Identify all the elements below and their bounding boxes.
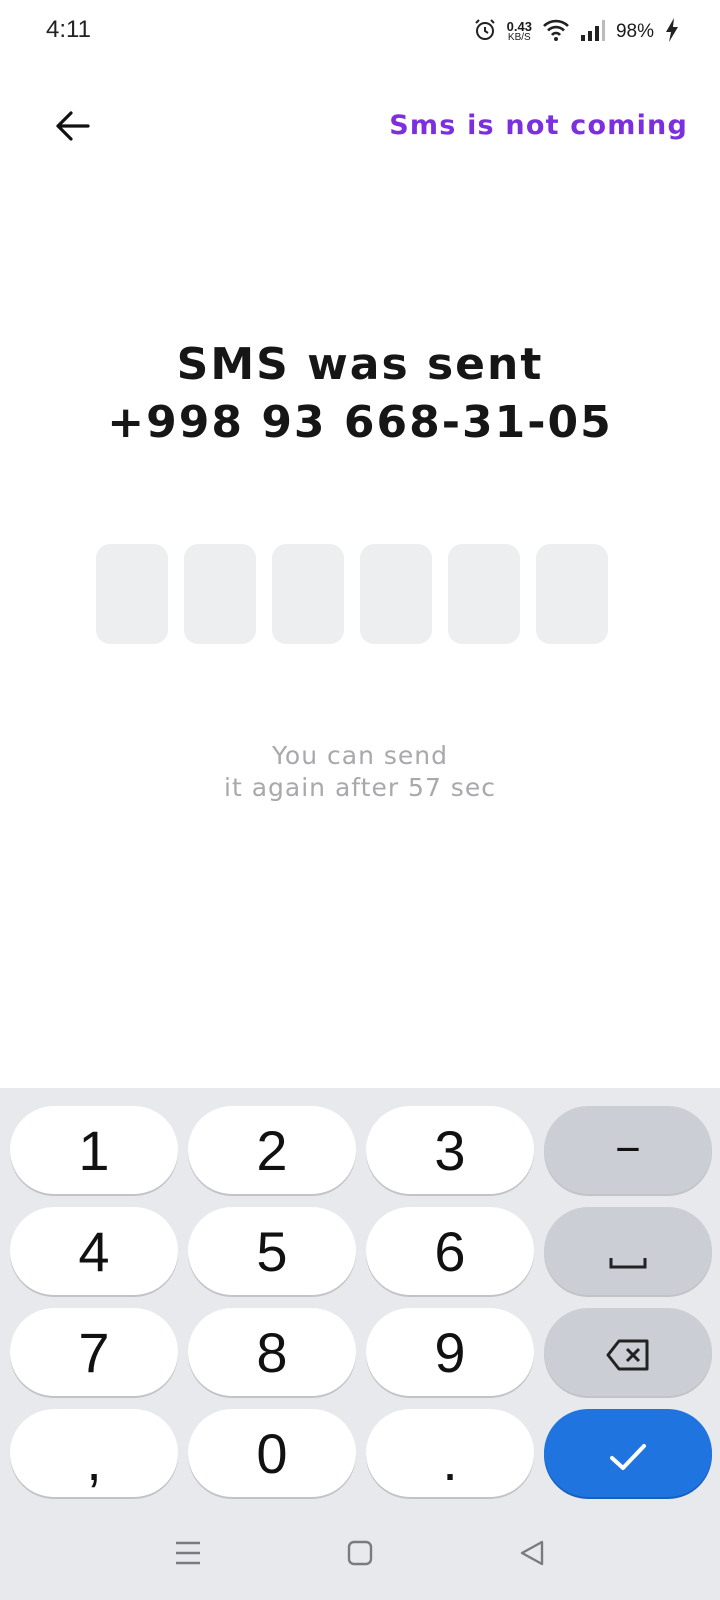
wifi-icon bbox=[542, 18, 570, 46]
key-label: 2 bbox=[256, 1118, 288, 1182]
resend-line-1: You can send bbox=[271, 741, 448, 770]
key-label: 4 bbox=[78, 1219, 110, 1283]
key-7[interactable]: 7 bbox=[10, 1308, 178, 1396]
code-digit-box[interactable] bbox=[536, 544, 608, 644]
key-label: 0 bbox=[256, 1421, 288, 1485]
system-nav-bar bbox=[0, 1510, 720, 1600]
key-label: . bbox=[442, 1428, 458, 1492]
key-9[interactable]: 9 bbox=[366, 1308, 534, 1396]
signal-icon bbox=[580, 18, 606, 46]
key-2[interactable]: 2 bbox=[188, 1106, 356, 1194]
status-icons: 0.43 KB/S 98% bbox=[473, 16, 680, 48]
charging-icon bbox=[664, 17, 680, 47]
home-button[interactable] bbox=[320, 1510, 400, 1600]
resend-line-2: it again after 57 sec bbox=[224, 773, 496, 802]
backspace-icon bbox=[605, 1320, 651, 1385]
back-nav-button[interactable] bbox=[492, 1510, 572, 1600]
key-5[interactable]: 5 bbox=[188, 1207, 356, 1295]
key-backspace[interactable] bbox=[544, 1308, 712, 1396]
key-label: 1 bbox=[78, 1118, 110, 1182]
net-speed: 0.43 KB/S bbox=[506, 19, 532, 43]
key-4[interactable]: 4 bbox=[10, 1207, 178, 1295]
recents-button[interactable] bbox=[148, 1510, 228, 1600]
key-label: 8 bbox=[256, 1320, 288, 1384]
key-label: 9 bbox=[434, 1320, 466, 1384]
title-text: SMS was sent bbox=[176, 339, 544, 390]
arrow-left-icon bbox=[54, 110, 90, 146]
status-time: 4:11 bbox=[46, 16, 91, 43]
code-digit-box[interactable] bbox=[360, 544, 432, 644]
space-icon bbox=[608, 1219, 648, 1284]
back-button[interactable] bbox=[44, 100, 100, 156]
check-icon bbox=[608, 1421, 648, 1486]
key-label: , bbox=[86, 1428, 102, 1492]
key-minus[interactable]: − bbox=[544, 1106, 712, 1194]
key-space[interactable] bbox=[544, 1207, 712, 1295]
page-title: SMS was sent +998 93 668-31-05 bbox=[0, 336, 720, 452]
alarm-icon bbox=[473, 18, 497, 46]
resend-timer-text: You can send it again after 57 sec bbox=[0, 740, 720, 804]
code-digit-box[interactable] bbox=[448, 544, 520, 644]
code-digit-box[interactable] bbox=[184, 544, 256, 644]
key-8[interactable]: 8 bbox=[188, 1308, 356, 1396]
key-dot[interactable]: . bbox=[366, 1409, 534, 1497]
square-icon bbox=[346, 1539, 374, 1571]
net-speed-value: 0.43 bbox=[506, 19, 532, 34]
key-label: 5 bbox=[256, 1219, 288, 1283]
key-1[interactable]: 1 bbox=[10, 1106, 178, 1194]
key-6[interactable]: 6 bbox=[366, 1207, 534, 1295]
code-input[interactable] bbox=[96, 544, 608, 644]
key-comma[interactable]: , bbox=[10, 1409, 178, 1497]
sms-not-coming-link[interactable]: Sms is not coming bbox=[389, 110, 688, 141]
code-digit-box[interactable] bbox=[272, 544, 344, 644]
triangle-back-icon bbox=[518, 1539, 546, 1571]
key-0[interactable]: 0 bbox=[188, 1409, 356, 1497]
menu-lines-icon bbox=[174, 1540, 202, 1570]
key-label: 7 bbox=[78, 1320, 110, 1384]
key-label: 6 bbox=[434, 1219, 466, 1283]
key-label: − bbox=[615, 1125, 641, 1174]
key-3[interactable]: 3 bbox=[366, 1106, 534, 1194]
battery-percent: 98% bbox=[615, 21, 654, 42]
key-confirm[interactable] bbox=[544, 1409, 712, 1497]
phone-number: +998 93 668-31-05 bbox=[107, 397, 613, 448]
net-speed-unit: KB/S bbox=[507, 32, 531, 43]
status-bar: 4:11 0.43 KB/S 98% bbox=[0, 0, 720, 64]
code-digit-box[interactable] bbox=[96, 544, 168, 644]
key-label: 3 bbox=[434, 1118, 466, 1182]
